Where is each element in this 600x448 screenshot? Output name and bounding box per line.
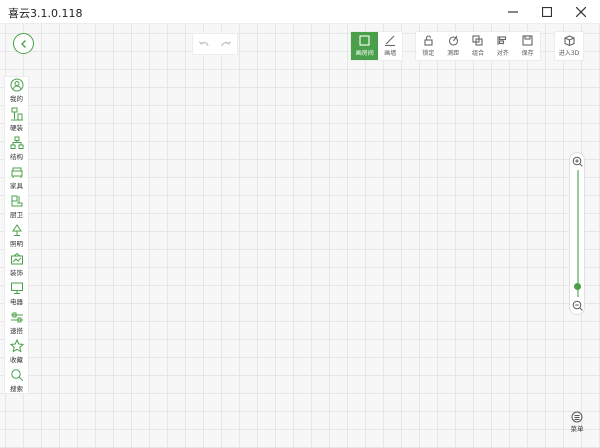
sidebar-item-structure[interactable]: 结构 [5,135,28,164]
search-icon [10,369,23,382]
sidebar-item-kitchen[interactable]: 厨卫 [5,193,28,222]
enter-3d-label: 进入3D [558,50,580,57]
enter-3d-button[interactable]: 进入3D [555,32,583,60]
group-label: 组合 [471,50,484,57]
sidebar-item-mine[interactable]: 我的 [5,77,28,106]
close-button[interactable] [564,0,598,24]
zoom-out-button[interactable] [572,300,583,311]
sidebar-item-favorites[interactable]: 收藏 [5,338,28,367]
undo-redo-group [192,33,238,55]
left-sidebar: 我的 硬装 结构 家具 厨卫 照明 装饰 电器 速搭 收藏 搜索 [4,76,29,394]
redo-icon [221,40,232,46]
align-label: 对齐 [496,50,509,57]
measure-button[interactable]: 测距 [441,32,466,60]
align-icon [497,36,507,45]
edit-tools-group: 锁定 测距 组合 对齐 保存 [415,31,541,61]
save-button[interactable]: 保存 [515,32,540,60]
align-button[interactable]: 对齐 [490,32,515,60]
sidebar-item-label: 家具 [10,182,23,190]
enter-3d-group: 进入3D [554,31,584,61]
sidebar-item-label: 收藏 [10,356,23,364]
sidebar-item-label: 厨卫 [10,211,23,219]
zoom-in-button[interactable] [572,156,583,167]
quick-build-icon [10,312,23,323]
draw-wall-label: 画墙 [384,50,397,57]
design-canvas[interactable] [0,24,600,448]
sidebar-item-quick-build[interactable]: 速搭 [5,309,28,338]
lock-icon [424,35,433,46]
draw-tools-group: 画房间 画墙 [350,31,403,61]
app-title: 喜云3.1.0.118 [8,7,83,20]
sidebar-item-label: 速搭 [10,327,23,335]
maximize-button[interactable] [530,0,564,24]
group-button[interactable]: 组合 [466,32,491,60]
sidebar-item-label: 电器 [10,298,23,306]
lamp-icon [11,224,22,236]
minimize-button[interactable] [496,0,530,24]
sidebar-item-hardware[interactable]: 硬装 [5,106,28,135]
sidebar-item-furniture[interactable]: 家具 [5,164,28,193]
zoom-out-icon [572,300,583,311]
sofa-icon [11,167,22,178]
square-icon [359,35,370,46]
measure-label: 测距 [447,50,460,57]
sidebar-item-label: 硬装 [10,124,23,132]
sidebar-item-appliances[interactable]: 电器 [5,280,28,309]
structure-icon [10,136,23,149]
hardware-icon [10,107,23,121]
back-button[interactable] [13,33,34,54]
menu-button[interactable]: 菜单 [564,411,590,443]
kitchen-icon [11,195,22,207]
minimize-icon [508,11,518,13]
draw-wall-button[interactable]: 画墙 [378,32,402,60]
redo-button[interactable] [220,35,232,54]
measure-icon [448,35,458,46]
sidebar-item-label: 装饰 [10,269,23,277]
zoom-slider-thumb[interactable] [574,283,581,291]
maximize-icon [542,7,552,17]
close-icon [576,7,586,17]
draw-room-button[interactable]: 画房间 [351,32,379,60]
zoom-in-icon [572,156,583,167]
sidebar-item-label: 照明 [10,240,23,248]
group-icon [472,35,484,46]
star-icon [9,339,24,353]
sidebar-item-label: 结构 [10,153,23,161]
user-icon [10,78,23,92]
save-icon [522,35,533,46]
menu-label: 菜单 [570,425,584,433]
sidebar-item-decoration[interactable]: 装饰 [5,251,28,280]
title-bar: 喜云3.1.0.118 [0,0,600,24]
picture-icon [10,252,23,265]
undo-button[interactable] [198,35,210,54]
sidebar-item-label: 我的 [10,95,23,103]
draw-room-label: 画房间 [355,50,374,57]
chevron-left-icon [20,39,26,48]
zoom-slider-track[interactable] [577,170,579,297]
sidebar-item-lighting[interactable]: 照明 [5,222,28,251]
sidebar-item-search[interactable]: 搜索 [5,367,28,396]
sidebar-item-label: 搜索 [10,385,23,393]
undo-icon [198,40,209,46]
lock-label: 锁定 [422,50,435,57]
cube-icon [563,35,575,46]
pen-icon [385,35,396,46]
zoom-control [569,152,585,315]
save-label: 保存 [521,50,534,57]
monitor-icon [10,282,23,294]
lock-button[interactable]: 锁定 [416,32,441,60]
menu-icon [571,411,583,423]
